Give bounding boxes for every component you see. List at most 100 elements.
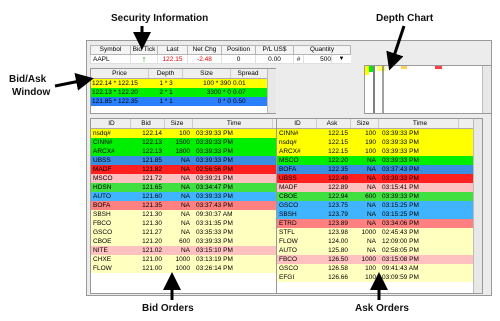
bid-header-time[interactable]: Time — [193, 119, 273, 128]
ask-size: 1000 — [361, 229, 376, 236]
ask-order-row[interactable]: GSCO 126.58 100 09:41:43 AM — [277, 264, 482, 273]
bid-tick-arrow-icon: ↑ — [130, 55, 157, 64]
ask-order-row[interactable]: EFGI 126.66 100 03:09:59 PM — [277, 273, 482, 282]
chart-ask-bar — [435, 66, 442, 69]
ask-header-id[interactable]: ID — [277, 119, 317, 128]
bid-header-id[interactable]: ID — [91, 119, 131, 128]
pl-value: 0.00 — [255, 55, 293, 64]
bid-order-row[interactable]: UBSS 121.85 NA 03:39:33 PM — [91, 156, 279, 165]
bid-header-bid[interactable]: Bid — [131, 119, 165, 128]
ask-order-row[interactable]: SBSH 123.79 NA 03:15:25 PM — [277, 210, 482, 219]
annotation-security-information: Security Information — [111, 13, 209, 24]
bid-time: 03:13:19 PM — [196, 256, 233, 263]
bid-order-row[interactable]: CHXE 121.00 1000 03:13:19 PM — [91, 255, 279, 264]
ask-price: 122.15 — [328, 139, 348, 146]
symbol-value[interactable]: AAPL — [90, 55, 130, 64]
quantity-input[interactable]: 500 — [303, 55, 331, 64]
bid-id: FBCO — [93, 220, 112, 227]
depth-spread: 0.50 — [233, 98, 246, 105]
bid-size: NA — [180, 175, 190, 182]
annotation-ask-orders: Ask Orders — [355, 303, 409, 314]
depth-row[interactable]: 121.85 * 122.35 1 * 1 0 * 0 0.50 — [91, 97, 275, 106]
bid-id: GSCO — [93, 229, 113, 236]
bid-order-row[interactable]: SBSH 121.30 NA 09:30:37 AM — [91, 210, 279, 219]
bid-size: NA — [180, 229, 190, 236]
ask-orders-scrollbar[interactable] — [473, 119, 482, 293]
bid-order-row[interactable]: nsdq# 122.14 100 03:39:33 PM — [91, 129, 279, 138]
bid-ask-window: Price Depth Size Spread 122.14 * 122.15 … — [90, 68, 276, 114]
trading-window: Symbol Bid Tick Last Net Chg Position P/… — [86, 40, 492, 296]
bid-order-row[interactable]: CBOE 121.20 600 03:39:33 PM — [91, 237, 279, 246]
ask-id: MSCO — [279, 157, 299, 164]
ask-order-row[interactable]: MSCO 122.20 NA 03:39:33 PM — [277, 156, 482, 165]
bid-size: NA — [180, 193, 190, 200]
bid-price: 121.82 — [142, 166, 162, 173]
bid-order-row[interactable]: NITE 121.02 NA 03:15:10 PM — [91, 246, 279, 255]
depth-price: 122.14 * 122.15 — [92, 80, 138, 87]
ask-time: 03:15:25 PM — [382, 202, 419, 209]
bid-order-row[interactable]: FLOW 121.00 1000 03:26:14 PM — [91, 264, 279, 273]
depth-row[interactable]: 122.14 * 122.15 1 * 3 100 * 390 0.01 — [91, 79, 275, 88]
ask-size: 100 — [365, 265, 376, 272]
ask-time: 03:39:33 PM — [382, 139, 419, 146]
header-pl: P/L US$ — [255, 45, 293, 55]
ask-price: 122.20 — [328, 157, 348, 164]
ask-header-ask[interactable]: Ask — [317, 119, 351, 128]
position-value: 0 — [221, 55, 255, 64]
ask-order-row[interactable]: STFL 123.98 1000 02:45:43 PM — [277, 228, 482, 237]
bid-order-row[interactable]: GSCO 121.27 NA 03:35:33 PM — [91, 228, 279, 237]
ask-price: 124.00 — [328, 238, 348, 245]
ask-id: BOFA — [279, 166, 297, 173]
chart-ask-bar — [401, 66, 407, 69]
bid-order-row[interactable]: MSCO 121.72 NA 03:39:21 PM — [91, 174, 279, 183]
bid-price: 121.02 — [142, 247, 162, 254]
ask-id: nsdq# — [279, 139, 297, 146]
ask-price: 123.75 — [328, 202, 348, 209]
ask-time: 03:34:06 PM — [382, 220, 419, 227]
depth-row[interactable]: 122.13 * 122.20 2 * 1 3300 * 0 0.07 — [91, 88, 275, 97]
ask-id: SBSH — [279, 211, 297, 218]
bid-time: 03:39:33 PM — [196, 193, 233, 200]
ask-orders-rows: CINN# 122.15 100 03:39:33 PM nsdq# 122.15 190 0… — [277, 129, 482, 282]
ask-price: 122.15 — [328, 130, 348, 137]
ask-size: 600 — [365, 193, 376, 200]
bid-order-row[interactable]: BOFA 121.35 NA 03:37:43 PM — [91, 201, 279, 210]
bid-price: 121.35 — [142, 202, 162, 209]
ask-id: UBSS — [279, 175, 297, 182]
ask-order-row[interactable]: FLOW 124.00 NA 12:09:00 PM — [277, 237, 482, 246]
ask-id: FLOW — [279, 238, 298, 245]
bid-order-row[interactable]: MADF 121.82 NA 02:56:56 PM — [91, 165, 279, 174]
ask-order-row[interactable]: GSCO 123.75 NA 03:15:25 PM — [277, 201, 482, 210]
bid-order-row[interactable]: AUTO 121.60 NA 03:39:33 PM — [91, 192, 279, 201]
ask-order-row[interactable]: MADF 122.89 NA 03:15:41 PM — [277, 183, 482, 192]
bid-order-row[interactable]: HDSN 121.65 NA 03:34:47 PM — [91, 183, 279, 192]
ask-order-row[interactable]: FBCO 126.50 1000 03:15:08 PM — [277, 255, 482, 264]
ask-header-size[interactable]: Size — [351, 119, 379, 128]
ask-time: 09:41:43 AM — [382, 265, 419, 272]
bid-order-row[interactable]: CINN# 122.13 1500 03:39:33 PM — [91, 138, 279, 147]
ask-header-time[interactable]: Time — [379, 119, 459, 128]
ask-order-row[interactable]: nsdq# 122.15 190 03:39:33 PM — [277, 138, 482, 147]
bid-id: AUTO — [93, 193, 111, 200]
ask-order-row[interactable]: AUTO 125.80 NA 02:58:05 PM — [277, 246, 482, 255]
depth-scrollbar[interactable] — [267, 69, 276, 113]
ask-order-row[interactable]: BOFA 122.35 NA 03:37:43 PM — [277, 165, 482, 174]
ask-id: STFL — [279, 229, 295, 236]
ask-order-row[interactable]: ETRD 123.89 NA 03:34:06 PM — [277, 219, 482, 228]
bid-size: NA — [180, 184, 190, 191]
ask-order-row[interactable]: CINN# 122.15 100 03:39:33 PM — [277, 129, 482, 138]
bid-orders-rows: nsdq# 122.14 100 03:39:33 PM CINN# 122.13 1500… — [91, 129, 279, 273]
bid-order-row[interactable]: ARCX# 122.13 1800 03:39:33 PM — [91, 147, 279, 156]
ask-size: 100 — [365, 130, 376, 137]
ask-order-row[interactable]: UBSS 122.49 NA 03:39:33 PM — [277, 174, 482, 183]
chart-scrollbar[interactable] — [482, 66, 491, 113]
ask-size: 190 — [365, 139, 376, 146]
ask-order-row[interactable]: ARCX# 122.15 100 03:39:33 PM — [277, 147, 482, 156]
ask-id: EFGI — [279, 274, 295, 281]
ask-order-row[interactable]: CBOE 122.94 600 03:39:33 PM — [277, 192, 482, 201]
bid-header-size[interactable]: Size — [165, 119, 193, 128]
bid-order-row[interactable]: FBCO 121.30 NA 03:31:35 PM — [91, 219, 279, 228]
ask-time: 03:39:33 PM — [382, 193, 419, 200]
quantity-dropdown-icon[interactable]: ▼ — [331, 55, 351, 64]
ask-time: 03:37:43 PM — [382, 166, 419, 173]
